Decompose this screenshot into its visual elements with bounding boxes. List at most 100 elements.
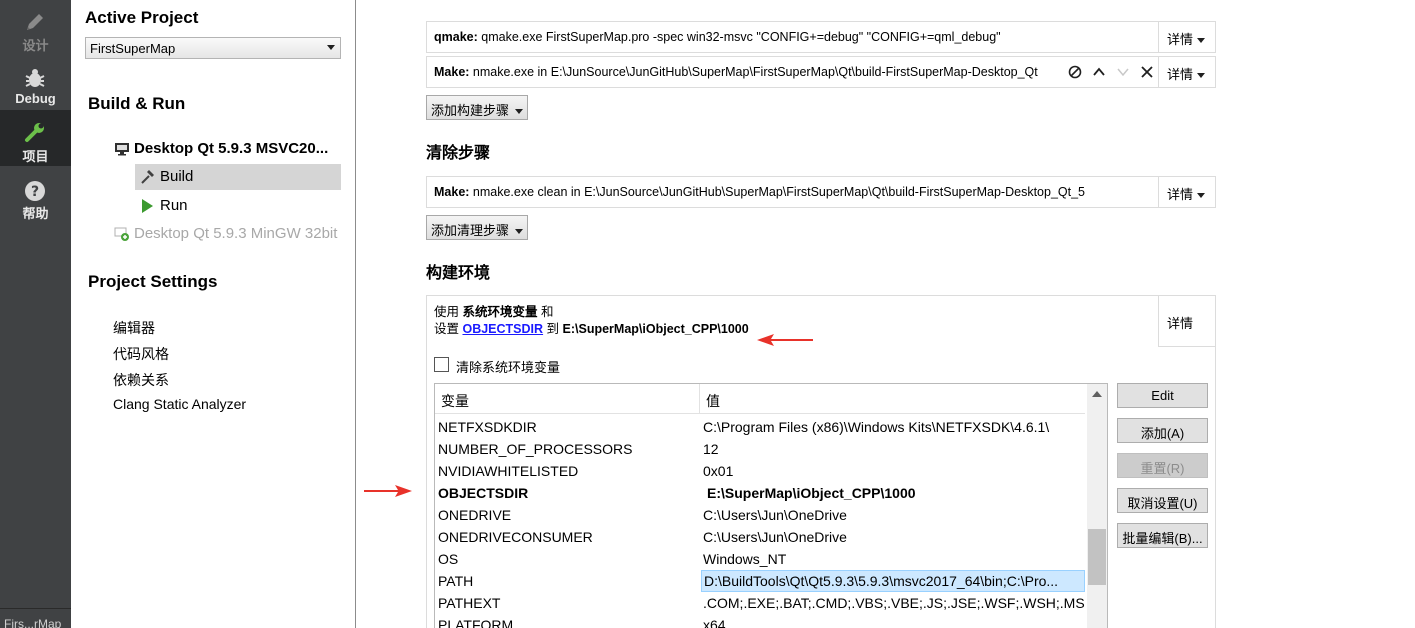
disable-step-icon[interactable] xyxy=(1067,64,1083,80)
table-row[interactable]: PATHEXT .COM;.EXE;.BAT;.CMD;.VBS;.VBE;.JS… xyxy=(435,592,1085,614)
value-cell: D:\BuildTools\Qt\Qt5.9.3\5.9.3\msvc2017_… xyxy=(701,570,1085,592)
add-clean-step-button[interactable]: 添加清理步骤 xyxy=(426,215,529,240)
scroll-up-icon[interactable] xyxy=(1092,391,1102,397)
summary-objectsdir-value: E:\SuperMap\iObject_CPP\1000 xyxy=(562,322,749,336)
play-icon xyxy=(140,198,154,214)
mode-help-label: 帮助 xyxy=(22,206,49,221)
move-down-icon[interactable] xyxy=(1115,64,1131,80)
table-row[interactable]: NVIDIAWHITELISTED 0x01 xyxy=(435,460,1085,482)
variable-cell: OS xyxy=(438,551,459,567)
variable-cell: NETFXSDKDIR xyxy=(438,419,537,435)
value-cell: .COM;.EXE;.BAT;.CMD;.VBS;.VBE;.JS;.JSE;.… xyxy=(703,595,1085,611)
table-row[interactable]: ONEDRIVECONSUMER C:\Users\Jun\OneDrive xyxy=(435,526,1085,548)
edit-button[interactable]: Edit xyxy=(1117,383,1208,408)
chevron-down-icon xyxy=(327,45,335,50)
environment-summary: 使用 系统环境变量 和 设置 OBJECTSDIR 到 E:\SuperMap\… xyxy=(434,304,749,338)
reset-variable-button[interactable]: 重置(R) xyxy=(1117,453,1208,478)
details-label: 详情 xyxy=(1167,187,1194,202)
active-project-value: FirstSuperMap xyxy=(90,41,176,56)
details-label: 详情 xyxy=(1167,316,1194,331)
scrollbar-thumb[interactable] xyxy=(1088,529,1106,585)
value-cell: 12 xyxy=(703,441,719,457)
mode-debug[interactable]: Debug xyxy=(0,60,71,110)
table-row[interactable]: NETFXSDKDIR C:\Program Files (x86)\Window… xyxy=(435,416,1085,438)
variable-cell: PATHEXT xyxy=(438,595,501,611)
summary-text: 使用 xyxy=(434,305,463,319)
bug-icon xyxy=(23,68,47,90)
mode-help[interactable]: ? 帮助 xyxy=(0,172,71,222)
active-project-dropdown[interactable]: FirstSuperMap xyxy=(85,37,341,59)
project-selector-button[interactable]: Firs...rMap xyxy=(0,608,71,628)
unset-variable-button[interactable]: 取消设置(U) xyxy=(1117,488,1208,513)
table-row[interactable]: ONEDRIVE C:\Users\Jun\OneDrive xyxy=(435,504,1085,526)
details-button[interactable]: 详情 xyxy=(1158,22,1215,52)
batch-edit-button[interactable]: 批量编辑(B)... xyxy=(1117,523,1208,548)
mode-projects-label: 项目 xyxy=(22,149,49,164)
move-up-icon[interactable] xyxy=(1091,64,1107,80)
project-selector-label: Firs...rMap xyxy=(4,617,62,628)
table-row[interactable]: PATH D:\BuildTools\Qt\Qt5.9.3\5.9.3\msvc2… xyxy=(435,570,1085,592)
chevron-down-icon xyxy=(1197,193,1206,199)
summary-text: 设置 xyxy=(434,322,463,336)
column-header-value[interactable]: 值 xyxy=(699,384,720,414)
build-settings-content: qmake: qmake.exe FirstSuperMap.pro -spec… xyxy=(356,0,1415,628)
run-label: Run xyxy=(160,197,188,214)
variable-cell: PLATFORM xyxy=(438,617,514,628)
table-row[interactable]: NUMBER_OF_PROCESSORS 12 xyxy=(435,438,1085,460)
chevron-down-icon xyxy=(1197,73,1206,79)
kit-msvc-label: Desktop Qt 5.9.3 MSVC20... xyxy=(134,140,329,157)
remove-step-icon[interactable] xyxy=(1139,64,1155,80)
clean-step-make[interactable]: Make: nmake.exe clean in E:\JunSource\Ju… xyxy=(426,176,1216,208)
details-button[interactable]: 详情 xyxy=(1158,177,1215,207)
vertical-scrollbar[interactable] xyxy=(1087,384,1107,628)
step-prefix: qmake: xyxy=(434,30,478,44)
add-build-step-label: 添加构建步骤 xyxy=(431,103,510,118)
summary-system-env: 系统环境变量 xyxy=(462,305,538,319)
table-row[interactable]: PLATFORM x64 xyxy=(435,614,1085,628)
settings-clang-analyzer-link[interactable]: Clang Static Analyzer xyxy=(113,396,246,412)
build-settings-item[interactable]: Build xyxy=(135,164,341,190)
objectsdir-link[interactable]: OBJECTSDIR xyxy=(462,322,543,336)
variable-cell: NVIDIAWHITELISTED xyxy=(438,463,579,479)
environment-details-button[interactable]: 详情 xyxy=(1158,296,1215,347)
column-header-variable[interactable]: 变量 xyxy=(441,391,469,411)
help-icon: ? xyxy=(23,180,47,202)
annotation-arrow-icon xyxy=(757,334,813,346)
mode-bar: 设计 Debug 项目 ? 帮助 Firs...rMap xyxy=(0,0,71,628)
add-build-step-button[interactable]: 添加构建步骤 xyxy=(426,95,529,120)
clear-system-env-checkbox[interactable] xyxy=(434,357,449,372)
value-cell: Windows_NT xyxy=(703,551,787,567)
mode-debug-label: Debug xyxy=(15,91,56,106)
step-tools xyxy=(1067,64,1162,82)
pencil-icon xyxy=(23,12,47,34)
table-header: 变量 值 xyxy=(435,384,1085,414)
mode-projects[interactable]: 项目 xyxy=(0,110,71,166)
variable-cell: ONEDRIVE xyxy=(438,507,512,523)
annotation-arrow-icon xyxy=(364,485,412,497)
details-label: 详情 xyxy=(1167,67,1194,82)
project-settings-heading: Project Settings xyxy=(88,272,218,291)
clean-step-make-text: Make: nmake.exe clean in E:\JunSource\Ju… xyxy=(434,185,1099,199)
step-prefix: Make: xyxy=(434,65,470,79)
chevron-down-icon xyxy=(1197,38,1206,44)
add-clean-step-label: 添加清理步骤 xyxy=(431,223,510,238)
mode-design[interactable]: 设计 xyxy=(0,4,71,54)
details-label: 详情 xyxy=(1167,32,1194,47)
build-step-qmake[interactable]: qmake: qmake.exe FirstSuperMap.pro -spec… xyxy=(426,21,1216,53)
table-row[interactable]: OS Windows_NT xyxy=(435,548,1085,570)
value-cell: x64 xyxy=(703,617,726,628)
build-environment-panel: 使用 系统环境变量 和 设置 OBJECTSDIR 到 E:\SuperMap\… xyxy=(426,295,1216,628)
summary-text: 到 xyxy=(543,322,563,336)
settings-code-style-link[interactable]: 代码风格 xyxy=(113,344,169,364)
settings-dependencies-link[interactable]: 依赖关系 xyxy=(113,370,169,390)
details-button[interactable]: 详情 xyxy=(1158,57,1215,87)
add-variable-button[interactable]: 添加(A) xyxy=(1117,418,1208,443)
run-settings-item[interactable]: Run xyxy=(135,193,341,219)
settings-editor-link[interactable]: 编辑器 xyxy=(113,318,155,338)
step-command: qmake.exe FirstSuperMap.pro -spec win32-… xyxy=(477,30,1001,44)
build-step-make[interactable]: Make: nmake.exe in E:\JunSource\JunGitHu… xyxy=(426,56,1216,88)
build-step-make-text: Make: nmake.exe in E:\JunSource\JunGitHu… xyxy=(434,65,1061,79)
mode-design-label: 设计 xyxy=(22,38,49,53)
add-kit-icon xyxy=(114,227,130,241)
table-row[interactable]: OBJECTSDIR E:\SuperMap\iObject_CPP\1000 xyxy=(435,482,1085,504)
